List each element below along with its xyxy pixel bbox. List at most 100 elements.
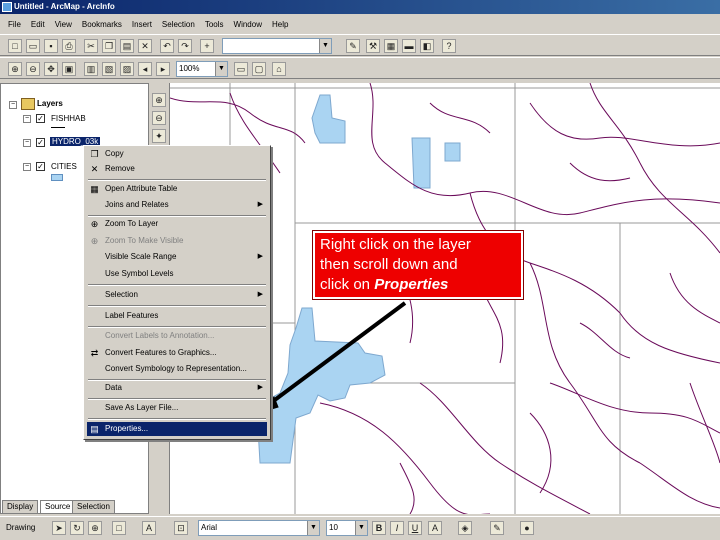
menu-item-remove[interactable]: ✕ Remove: [87, 162, 267, 176]
menu-selection[interactable]: Selection: [162, 20, 195, 29]
toc-layer-cities[interactable]: CITIES: [51, 162, 77, 171]
menu-item-data[interactable]: Data ▶: [87, 381, 267, 395]
copy-icon[interactable]: ❐: [102, 39, 116, 53]
menu-help[interactable]: Help: [272, 20, 288, 29]
layout-pan-icon[interactable]: ✥: [44, 62, 58, 76]
menu-view[interactable]: View: [55, 20, 72, 29]
select-elements-icon[interactable]: ➤: [52, 521, 66, 535]
toggle-draft-icon[interactable]: ▭: [234, 62, 248, 76]
open-icon[interactable]: ▭: [26, 39, 40, 53]
zoom-whole-page-icon[interactable]: ▣: [62, 62, 76, 76]
menu-window[interactable]: Window: [234, 20, 262, 29]
focus-data-frame-icon[interactable]: ▢: [252, 62, 266, 76]
rectangle-icon[interactable]: □: [112, 521, 126, 535]
toc-layer-fishhab[interactable]: FISHHAB: [51, 114, 86, 123]
font-size-combo[interactable]: 10 ▼: [326, 520, 368, 536]
zoom-out-icon[interactable]: ⊖: [152, 111, 166, 125]
menu-item-label-features[interactable]: Label Features: [87, 309, 267, 323]
submenu-arrow-icon: ▶: [257, 201, 263, 208]
editor-icon[interactable]: ✎: [346, 39, 360, 53]
menu-separator: [88, 326, 266, 328]
chevron-down-icon[interactable]: ▼: [307, 521, 319, 535]
chevron-down-icon[interactable]: ▼: [355, 521, 367, 535]
font-combo[interactable]: Arial ▼: [198, 520, 320, 536]
window-icon[interactable]: ▬: [402, 39, 416, 53]
chevron-down-icon[interactable]: ▼: [319, 39, 331, 53]
save-icon[interactable]: ▪: [44, 39, 58, 53]
edit-vertices-icon[interactable]: ⊡: [174, 521, 188, 535]
zoom-100-icon[interactable]: ▨: [120, 62, 134, 76]
menu-separator: [88, 284, 266, 286]
rotate-icon[interactable]: ↻: [70, 521, 84, 535]
layout-zoom-in-icon[interactable]: ⊕: [8, 62, 22, 76]
new-document-icon[interactable]: □: [8, 39, 22, 53]
menu-tools[interactable]: Tools: [205, 20, 224, 29]
callout-line-1: Right click on the layer: [320, 236, 471, 253]
menu-insert[interactable]: Insert: [132, 20, 152, 29]
layer-visibility-checkbox[interactable]: ✓: [36, 114, 45, 123]
toolbox-icon[interactable]: ⚒: [366, 39, 380, 53]
map-scale-combo[interactable]: ▼: [222, 38, 332, 54]
bold-icon[interactable]: B: [372, 521, 386, 535]
fixed-zoom-in-icon[interactable]: ▥: [84, 62, 98, 76]
layer-visibility-checkbox[interactable]: ✓: [36, 138, 45, 147]
layer-context-menu: ❐ Copy ✕ Remove ▦ Open Attribute Table Join…: [83, 145, 271, 440]
remove-x-icon: ✕: [90, 164, 99, 174]
cut-icon[interactable]: ✂: [84, 39, 98, 53]
forward-extent-icon[interactable]: ▸: [156, 62, 170, 76]
convert-graphics-icon: ⇄: [90, 348, 99, 358]
zoom-in-icon[interactable]: ⊕: [152, 93, 166, 107]
model-builder-icon[interactable]: ◧: [420, 39, 434, 53]
menu-item-zoom-to-layer[interactable]: ⊕ Zoom To Layer: [87, 217, 267, 231]
add-data-icon[interactable]: +: [200, 39, 214, 53]
toc-root-label[interactable]: Layers: [37, 99, 63, 108]
menu-item-copy[interactable]: ❐ Copy: [87, 147, 267, 161]
layout-zoom-combo[interactable]: 100% ▼: [176, 61, 228, 77]
redo-icon[interactable]: ↷: [178, 39, 192, 53]
fill-color-icon[interactable]: ◈: [458, 521, 472, 535]
tab-display[interactable]: Display: [2, 500, 39, 514]
chevron-down-icon[interactable]: ▼: [215, 62, 227, 76]
collapse-layer-icon[interactable]: −: [23, 139, 31, 147]
back-extent-icon[interactable]: ◂: [138, 62, 152, 76]
menu-edit[interactable]: Edit: [31, 20, 45, 29]
layer-visibility-checkbox[interactable]: ✓: [36, 162, 45, 171]
italic-icon[interactable]: I: [390, 521, 404, 535]
text-icon[interactable]: A: [142, 521, 156, 535]
tab-selection[interactable]: Selection: [72, 500, 115, 514]
menu-file[interactable]: File: [8, 20, 21, 29]
menu-item-visible-scale-range[interactable]: Visible Scale Range ▶: [87, 250, 267, 264]
zoom-visible-icon: ⊕: [90, 236, 99, 246]
copy-icon: ❐: [90, 149, 99, 159]
collapse-layers-icon[interactable]: −: [9, 101, 17, 109]
zoom-selected-icon[interactable]: ⊕: [88, 521, 102, 535]
menu-item-selection[interactable]: Selection ▶: [87, 288, 267, 302]
arccatalog-icon[interactable]: ▦: [384, 39, 398, 53]
menu-item-joins-relates[interactable]: Joins and Relates ▶: [87, 198, 267, 212]
print-icon[interactable]: ⎙: [62, 39, 76, 53]
line-color-icon[interactable]: ✎: [490, 521, 504, 535]
tab-source[interactable]: Source: [40, 500, 76, 514]
drawing-menu[interactable]: Drawing: [6, 523, 35, 532]
underline-icon[interactable]: U: [408, 521, 422, 535]
paste-icon[interactable]: ▤: [120, 39, 134, 53]
font-color-icon[interactable]: A: [428, 521, 442, 535]
menu-item-save-as-layer[interactable]: Save As Layer File...: [87, 401, 267, 415]
whats-this-help-icon[interactable]: ?: [442, 39, 456, 53]
callout-emphasis: Properties: [374, 276, 449, 293]
undo-icon[interactable]: ↶: [160, 39, 174, 53]
fixed-zoom-icon[interactable]: ✦: [152, 129, 166, 143]
menu-item-properties[interactable]: ▤ Properties...: [87, 422, 267, 436]
menu-item-convert-symbology[interactable]: Convert Symbology to Representation...: [87, 362, 267, 376]
collapse-layer-icon[interactable]: −: [23, 163, 31, 171]
fixed-zoom-out-icon[interactable]: ▧: [102, 62, 116, 76]
collapse-layer-icon[interactable]: −: [23, 115, 31, 123]
marker-color-icon[interactable]: ●: [520, 521, 534, 535]
change-layout-icon[interactable]: ⌂: [272, 62, 286, 76]
menu-item-use-symbol-levels[interactable]: Use Symbol Levels: [87, 267, 267, 281]
menu-bookmarks[interactable]: Bookmarks: [82, 20, 122, 29]
menu-item-open-attribute-table[interactable]: ▦ Open Attribute Table: [87, 182, 267, 196]
delete-icon[interactable]: ✕: [138, 39, 152, 53]
layout-zoom-out-icon[interactable]: ⊖: [26, 62, 40, 76]
menu-item-convert-features[interactable]: ⇄ Convert Features to Graphics...: [87, 346, 267, 360]
